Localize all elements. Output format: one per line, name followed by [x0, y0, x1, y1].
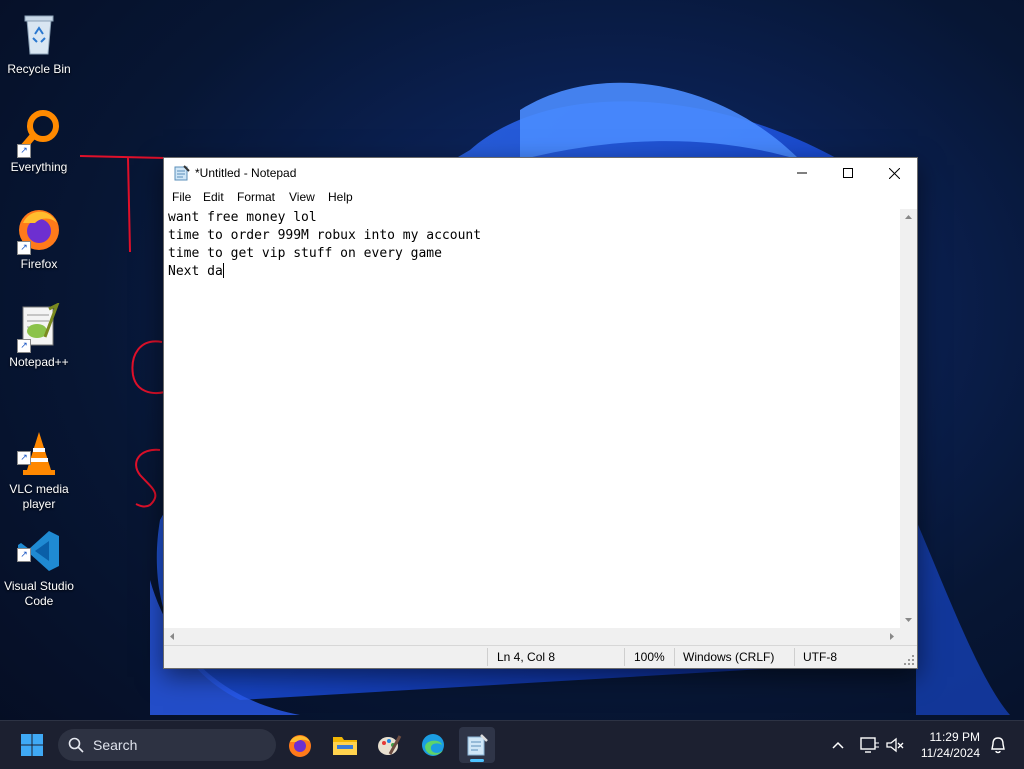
- text-line: time to order 999M robux into my account: [168, 228, 482, 243]
- annotation-stroke-o: [131, 340, 166, 394]
- shortcut-arrow-icon: ↗: [17, 548, 31, 562]
- windows-logo-icon: [21, 734, 43, 756]
- status-zoom: 100%: [634, 650, 665, 664]
- search-label: Search: [93, 737, 138, 753]
- annotation-stroke-s: [135, 448, 161, 508]
- desktop-icon-everything[interactable]: ↗ Everything: [0, 108, 78, 175]
- search-icon: [68, 737, 84, 753]
- network-display-icon[interactable]: [860, 737, 880, 753]
- status-encoding: UTF-8: [803, 650, 837, 664]
- desktop-icon-label: Firefox: [20, 257, 58, 271]
- taskbar-notepad[interactable]: [459, 727, 495, 763]
- start-button[interactable]: [14, 727, 50, 763]
- taskbar-firefox[interactable]: [282, 727, 318, 763]
- edge-browser-icon: [422, 734, 444, 756]
- shortcut-arrow-icon: ↗: [17, 339, 31, 353]
- volume-muted-icon[interactable]: [886, 737, 904, 753]
- status-divider: [624, 648, 625, 666]
- minimize-button[interactable]: [779, 158, 825, 188]
- minimize-icon: [797, 172, 807, 174]
- menu-help[interactable]: Help: [328, 190, 353, 204]
- status-line-endings: Windows (CRLF): [683, 650, 775, 664]
- notepad-plus-plus-icon: ↗: [15, 301, 63, 353]
- menu-bar: File Edit Format View Help: [164, 188, 917, 208]
- scroll-up-arrow-icon[interactable]: [900, 209, 917, 226]
- shortcut-arrow-icon: ↗: [17, 144, 31, 158]
- shortcut-arrow-icon: ↗: [17, 241, 31, 255]
- scroll-right-arrow-icon[interactable]: [883, 628, 900, 645]
- notepad-icon: [467, 734, 488, 756]
- resize-grip-icon[interactable]: [903, 654, 915, 666]
- firefox-icon: ↗: [15, 205, 63, 255]
- desktop-icon-label: Recycle Bin: [7, 62, 71, 76]
- scroll-down-arrow-icon[interactable]: [900, 611, 917, 628]
- status-divider: [674, 648, 675, 666]
- status-divider: [794, 648, 795, 666]
- close-icon: [888, 167, 900, 179]
- maximize-icon: [843, 168, 853, 178]
- close-button[interactable]: [871, 158, 917, 188]
- chevron-up-icon[interactable]: [831, 738, 845, 752]
- desktop-icon-vscode[interactable]: ↗ Visual Studio Code: [0, 497, 78, 624]
- horizontal-scrollbar[interactable]: [164, 628, 900, 645]
- status-bar: Ln 4, Col 8 100% Windows (CRLF) UTF-8: [164, 645, 917, 668]
- desktop-icon-firefox[interactable]: ↗ Firefox: [0, 205, 78, 272]
- notepad-window: *Untitled - Notepad File Edit Format Vie…: [163, 157, 918, 669]
- maximize-button[interactable]: [825, 158, 871, 188]
- text-line: Next da: [168, 264, 223, 279]
- desktop-icon-recycle-bin[interactable]: Recycle Bin: [0, 10, 78, 77]
- notification-bell-icon[interactable]: [990, 736, 1006, 754]
- folder-icon: [333, 737, 357, 755]
- taskbar-clock[interactable]: 11:29 PM 11/24/2024: [921, 729, 980, 761]
- desktop-icon-label: Visual Studio Code: [4, 579, 74, 608]
- title-bar[interactable]: *Untitled - Notepad: [164, 158, 917, 188]
- taskbar: Search 11:29 PM 11/24/2024: [0, 720, 1024, 769]
- vlc-cone-icon: ↗: [15, 415, 63, 475]
- clock-time: 11:29 PM: [929, 730, 980, 744]
- paint-palette-icon: [378, 735, 402, 755]
- menu-format[interactable]: Format: [237, 190, 275, 204]
- text-line: want free money lol: [168, 210, 317, 225]
- scroll-left-arrow-icon[interactable]: [164, 628, 181, 645]
- taskbar-file-explorer[interactable]: [327, 727, 363, 763]
- notepad-app-icon: [174, 165, 190, 181]
- vscode-icon: ↗: [15, 512, 63, 571]
- clock-date: 11/24/2024: [920, 746, 980, 760]
- scrollbar-corner: [900, 628, 917, 645]
- firefox-icon: [289, 735, 311, 757]
- text-caret: [222, 263, 224, 278]
- status-cursor-position: Ln 4, Col 8: [497, 650, 556, 664]
- menu-file[interactable]: File: [172, 190, 191, 204]
- taskbar-paint[interactable]: [371, 727, 407, 763]
- active-app-indicator: [470, 759, 484, 762]
- menu-edit[interactable]: Edit: [203, 190, 224, 204]
- desktop-icon-notepad-plus-plus[interactable]: ↗ Notepad++: [0, 301, 78, 370]
- everything-search-icon: ↗: [15, 108, 63, 158]
- taskbar-edge[interactable]: [415, 727, 451, 763]
- desktop-icon-label: Everything: [10, 160, 68, 174]
- text-line: time to get vip stuff on every game: [168, 246, 442, 261]
- system-tray: [826, 721, 936, 769]
- vertical-scrollbar[interactable]: [900, 209, 917, 628]
- desktop-icon-label: Notepad++: [9, 355, 69, 369]
- recycle-bin-icon: [15, 10, 63, 58]
- text-editor[interactable]: want free money lol time to order 999M ro…: [164, 209, 900, 628]
- shortcut-arrow-icon: ↗: [17, 451, 31, 465]
- status-divider: [487, 648, 488, 666]
- taskbar-search[interactable]: Search: [58, 729, 276, 761]
- menu-view[interactable]: View: [289, 190, 315, 204]
- annotation-stroke-t: [79, 155, 166, 253]
- window-title: *Untitled - Notepad: [195, 166, 297, 180]
